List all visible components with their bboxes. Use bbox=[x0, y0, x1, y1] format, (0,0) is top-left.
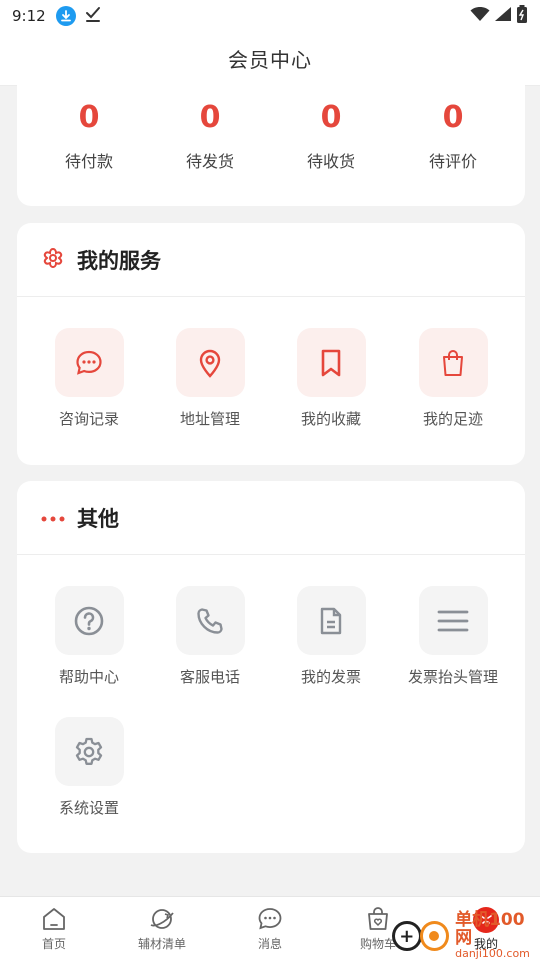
other-help-center[interactable]: 帮助中心 bbox=[29, 586, 149, 687]
watermark-main: 单机100网 bbox=[455, 910, 525, 949]
chat-bubble-icon bbox=[54, 328, 124, 397]
nav-messages[interactable]: 消息 bbox=[216, 905, 324, 952]
order-count: 0 bbox=[320, 100, 342, 135]
nav-home[interactable]: 首页 bbox=[0, 905, 108, 952]
other-label: 发票抬头管理 bbox=[407, 668, 498, 686]
order-pending-review[interactable]: 0 待评价 bbox=[393, 98, 513, 172]
nav-label: 消息 bbox=[257, 937, 282, 951]
target-circle-icon bbox=[419, 921, 450, 951]
phone-icon bbox=[175, 586, 245, 655]
status-time: 9:12 bbox=[12, 7, 46, 25]
service-label: 我的收藏 bbox=[300, 410, 361, 428]
nav-label: 首页 bbox=[41, 937, 66, 951]
signal-icon bbox=[494, 6, 512, 26]
wifi-icon bbox=[470, 6, 490, 26]
battery-icon bbox=[516, 5, 528, 27]
bookmark-icon bbox=[296, 328, 366, 397]
other-service-phone[interactable]: 客服电话 bbox=[150, 586, 270, 687]
document-icon bbox=[296, 586, 366, 655]
location-pin-icon bbox=[175, 328, 245, 397]
gear-icon bbox=[54, 717, 124, 786]
other-invoice-title-manage[interactable]: 发票抬头管理 bbox=[393, 586, 513, 687]
watermark-sub: danji100.com bbox=[455, 947, 530, 960]
order-count: 0 bbox=[442, 100, 464, 135]
nav-material-list[interactable]: 辅材清单 bbox=[108, 905, 216, 952]
plus-circle-icon: + bbox=[392, 921, 422, 951]
services-title: 我的服务 bbox=[77, 248, 161, 273]
order-pending-receipt[interactable]: 0 待收货 bbox=[271, 98, 391, 172]
service-address-manage[interactable]: 地址管理 bbox=[150, 328, 270, 429]
more-dots-icon bbox=[41, 508, 65, 527]
service-favorites[interactable]: 我的收藏 bbox=[271, 328, 391, 429]
service-footprints[interactable]: 我的足迹 bbox=[393, 328, 513, 429]
status-bar: 9:12 bbox=[0, 0, 540, 32]
status-indicators bbox=[470, 5, 528, 27]
order-label: 待收货 bbox=[306, 152, 355, 171]
other-label: 客服电话 bbox=[179, 668, 240, 686]
order-pending-shipment[interactable]: 0 待发货 bbox=[150, 98, 270, 172]
home-icon bbox=[0, 905, 108, 933]
menu-lines-icon bbox=[418, 586, 488, 655]
download-icon bbox=[55, 6, 76, 26]
order-count: 0 bbox=[199, 100, 221, 135]
flower-icon bbox=[41, 246, 65, 274]
other-system-settings[interactable]: 系统设置 bbox=[29, 717, 149, 818]
watermark-logo: + 单机100网 danji100.com bbox=[392, 912, 540, 960]
other-card: 其他 帮助中心 客服电话 我的发票 发票抬头管理 系统设置 bbox=[17, 481, 525, 853]
other-my-invoices[interactable]: 我的发票 bbox=[271, 586, 391, 687]
watermark-text: 单机100网 danji100.com bbox=[455, 910, 540, 960]
services-header: 我的服务 bbox=[17, 223, 525, 297]
other-title: 其他 bbox=[77, 506, 119, 531]
help-circle-icon bbox=[54, 586, 124, 655]
other-label: 系统设置 bbox=[58, 799, 119, 817]
nav-label: 辅材清单 bbox=[137, 937, 186, 951]
order-label: 待评价 bbox=[428, 152, 477, 171]
orders-card: 0 待付款 0 待发货 0 待收货 0 待评价 bbox=[17, 70, 525, 206]
other-label: 帮助中心 bbox=[58, 668, 119, 686]
order-label: 待付款 bbox=[64, 152, 113, 171]
service-label: 地址管理 bbox=[179, 410, 240, 428]
check-download-icon bbox=[84, 5, 102, 27]
page-title: 会员中心 bbox=[228, 48, 312, 72]
service-consult-records[interactable]: 咨询记录 bbox=[29, 328, 149, 429]
other-label: 我的发票 bbox=[300, 668, 361, 686]
other-header: 其他 bbox=[17, 481, 525, 555]
order-count: 0 bbox=[78, 100, 100, 135]
order-label: 待发货 bbox=[185, 152, 234, 171]
planet-icon bbox=[108, 905, 216, 933]
message-icon bbox=[216, 905, 324, 933]
service-label: 我的足迹 bbox=[422, 410, 483, 428]
order-pending-payment[interactable]: 0 待付款 bbox=[29, 98, 149, 172]
service-label: 咨询记录 bbox=[58, 410, 119, 428]
services-card: 我的服务 咨询记录 地址管理 我的收藏 我的足迹 bbox=[17, 223, 525, 465]
shopping-bag-icon bbox=[418, 328, 488, 397]
